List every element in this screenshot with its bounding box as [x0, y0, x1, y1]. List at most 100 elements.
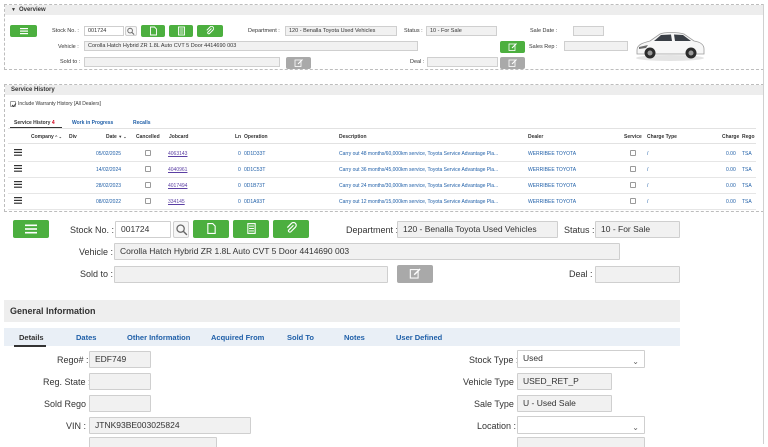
chevron-down-icon: ⌄: [632, 357, 639, 366]
row-menu-icon[interactable]: [14, 149, 22, 158]
col-company[interactable]: Company ^ ⌄: [31, 134, 62, 140]
new-document-button-large[interactable]: [193, 220, 229, 238]
row-menu-icon[interactable]: [14, 165, 22, 174]
col-operation[interactable]: Operation: [244, 134, 268, 140]
tab-dates[interactable]: Dates: [76, 333, 96, 342]
table-row[interactable]: 08/02/2022 334145 0 0D1A93T Carry out 12…: [8, 195, 756, 210]
row-description: Carry out 48 months/60,000km service, To…: [339, 151, 499, 157]
new-document-button[interactable]: [141, 25, 165, 37]
row-operation: 0D1D33T: [244, 151, 266, 157]
tab-details[interactable]: Details: [19, 333, 44, 342]
stock-type-label: Stock Type :: [469, 355, 519, 365]
row-operation: 0D1B73T: [244, 183, 266, 189]
deal-field-large: [595, 266, 680, 283]
row-operation: 0D1C53T: [244, 167, 266, 173]
vin-field: JTNK93BE003025824: [89, 417, 251, 434]
stock-type-select[interactable]: Used ⌄: [517, 350, 645, 368]
tabs-divider: [8, 128, 756, 129]
include-warranty-checkbox[interactable]: [10, 101, 17, 108]
tab-recalls[interactable]: Recalls: [133, 120, 151, 126]
row-menu-icon[interactable]: [14, 181, 22, 190]
row-service-checkbox[interactable]: [630, 198, 636, 204]
location-select[interactable]: ⌄: [517, 416, 645, 434]
table-row[interactable]: 28/02/2023 4017494 0 0D1B73T Carry out 2…: [8, 179, 756, 194]
hamburger-icon: [19, 28, 28, 35]
col-date[interactable]: Date ▼ ⌄: [106, 134, 127, 140]
sold-to-label: Sold to :: [60, 59, 81, 65]
row-description: Carry out 36 months/45,000km service, To…: [339, 167, 499, 173]
table-row[interactable]: 05/02/2025 4063143 0 0D1D33T Carry out 4…: [8, 147, 756, 162]
stock-no-label: Stock No. :: [52, 28, 79, 34]
row-jobcard-link[interactable]: 4017494: [168, 183, 187, 189]
attachment-button[interactable]: [197, 25, 223, 37]
row-cancelled-checkbox[interactable]: [145, 182, 151, 188]
document-icon: [206, 223, 216, 234]
tab-other-information[interactable]: Other Information: [127, 333, 190, 342]
col-div[interactable]: Div: [69, 134, 77, 140]
col-charge-type[interactable]: Charge Type: [647, 134, 677, 140]
row-jobcard-link[interactable]: 334145: [168, 199, 185, 205]
general-info-header: General Information: [4, 300, 680, 322]
tab-work-in-progress[interactable]: Work in Progress: [72, 120, 113, 126]
menu-button[interactable]: [10, 25, 37, 37]
overview-header[interactable]: ▼ Overview: [5, 5, 763, 15]
tab-service-history[interactable]: Service History 4: [14, 120, 55, 126]
stock-no-input-large[interactable]: 001724: [115, 221, 171, 238]
vehicle-type-field: USED_RET_P: [517, 373, 612, 390]
hamburger-icon: [25, 224, 37, 234]
search-icon: [176, 224, 188, 236]
row-service-checkbox[interactable]: [630, 182, 636, 188]
row-rego: TSA: [742, 151, 752, 157]
tab-user-defined[interactable]: User Defined: [396, 333, 442, 342]
col-jobcard[interactable]: Jobcard: [169, 134, 188, 140]
tab-notes[interactable]: Notes: [344, 333, 365, 342]
col-ln[interactable]: Ln: [235, 134, 241, 140]
edit-vehicle-button[interactable]: [500, 41, 525, 53]
department-field: 120 - Benalla Toyota Used Vehicles: [285, 26, 397, 36]
menu-button-large[interactable]: [13, 220, 49, 238]
edit-deal-button[interactable]: [500, 57, 525, 69]
vehicle-type-label: Vehicle Type :: [463, 377, 519, 387]
vehicle-image: [636, 32, 705, 61]
row-menu-icon[interactable]: [14, 197, 22, 206]
row-ln: 0: [238, 167, 241, 173]
rego-label: Rego# :: [57, 355, 89, 365]
edit-sold-to-button[interactable]: [286, 57, 311, 69]
col-description[interactable]: Description: [339, 134, 367, 140]
sold-rego-field: [89, 395, 151, 412]
tab-acquired-from[interactable]: Acquired From: [211, 333, 264, 342]
row-jobcard-link[interactable]: 4040961: [168, 167, 187, 173]
department-label-large: Department :: [346, 225, 399, 235]
row-charge: 0.00: [726, 167, 736, 173]
col-cancelled[interactable]: Cancelled: [136, 134, 160, 140]
row-jobcard-link[interactable]: 4063143: [168, 151, 187, 157]
row-service-checkbox[interactable]: [630, 166, 636, 172]
row-service-checkbox[interactable]: [630, 150, 636, 156]
row-cancelled-checkbox[interactable]: [145, 166, 151, 172]
col-dealer[interactable]: Dealer: [528, 134, 543, 140]
reg-state-field: [89, 373, 151, 390]
row-charge-type: /: [647, 199, 649, 205]
col-service[interactable]: Service: [624, 134, 642, 140]
sales-rep-field: [564, 41, 628, 51]
calculator-button-large[interactable]: [233, 220, 269, 238]
row-cancelled-checkbox[interactable]: [145, 198, 151, 204]
tab-sold-to[interactable]: Sold To: [287, 333, 314, 342]
col-rego[interactable]: Rego: [742, 134, 755, 140]
calculator-button[interactable]: [169, 25, 193, 37]
edit-icon: [508, 43, 517, 51]
sale-type-field: U - Used Sale: [517, 395, 612, 412]
row-dealer: WERRIBEE TOYOTA: [528, 151, 577, 157]
row-cancelled-checkbox[interactable]: [145, 150, 151, 156]
stock-no-input[interactable]: 001724: [84, 26, 124, 36]
edit-sold-to-button-large[interactable]: [397, 265, 433, 283]
row-date: 28/02/2023: [96, 183, 122, 189]
calculator-icon: [246, 223, 256, 234]
search-button[interactable]: [125, 26, 137, 36]
attachment-button-large[interactable]: [273, 220, 309, 238]
col-charge[interactable]: Charge: [722, 134, 739, 140]
deal-label: Deal :: [410, 59, 425, 65]
search-button-large[interactable]: [173, 221, 189, 238]
row-charge-type: /: [647, 151, 649, 157]
table-row[interactable]: 14/02/2024 4040961 0 0D1C53T Carry out 3…: [8, 163, 756, 178]
